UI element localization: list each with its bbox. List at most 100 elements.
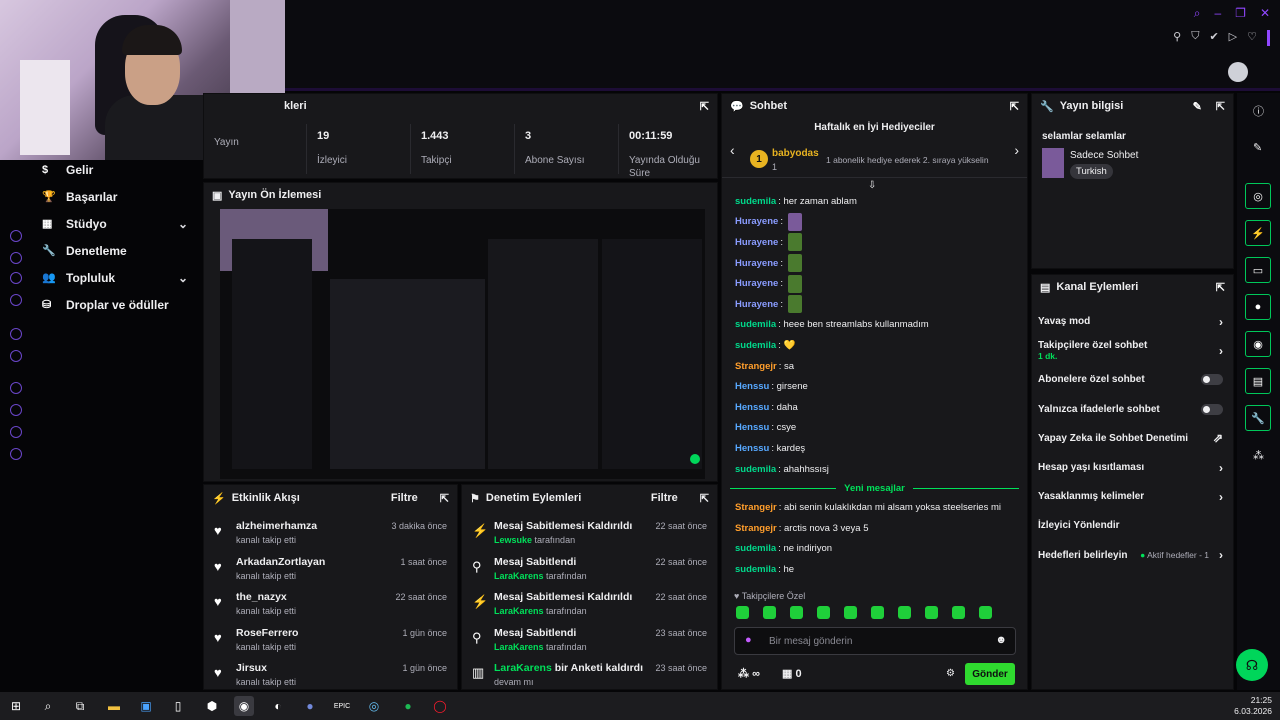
opera-icon[interactable]: ◯ (430, 696, 450, 716)
sidenav-item[interactable]: 👥 Topluluk ⌄ (32, 264, 202, 291)
tag-chip[interactable]: Turkish (1070, 164, 1113, 179)
x-icon[interactable] (10, 350, 22, 362)
rail-icon[interactable] (10, 272, 22, 284)
emote-icon[interactable] (952, 606, 965, 619)
search-icon[interactable]: ⌕ (38, 696, 58, 716)
camera-icon[interactable]: ◎ (1245, 183, 1271, 209)
chat-username[interactable]: sudemila (735, 564, 776, 575)
chat-username[interactable]: Henssu (735, 443, 769, 454)
moderator-name[interactable]: Lewsuke (494, 535, 532, 545)
channel-action-row[interactable]: Hesap yaşı kısıtlaması › (1032, 453, 1233, 482)
rail-icon[interactable] (10, 294, 22, 306)
next-arrow-icon[interactable]: › (1014, 142, 1019, 158)
app-icon[interactable]: ⬢ (202, 696, 222, 716)
chevron-right-icon[interactable]: › (1219, 344, 1223, 358)
document-icon[interactable]: ▭ (1245, 257, 1271, 283)
chat-icon[interactable]: ● (1245, 294, 1271, 320)
moderator-name[interactable]: LaraKarens (494, 571, 544, 581)
file-icon[interactable]: ▯ (168, 696, 188, 716)
sidenav-item[interactable]: ⛁ Droplar ve ödüller (32, 291, 202, 318)
minimize-icon[interactable]: – (1214, 6, 1221, 21)
rail-icon[interactable] (10, 328, 22, 340)
bolt-icon[interactable]: ⚡ (1245, 220, 1271, 246)
stream-preview-video[interactable] (220, 209, 705, 479)
emote-icon[interactable] (844, 606, 857, 619)
channel-action-row[interactable]: Abonelere özel sohbet (1032, 365, 1233, 394)
chevron-down-icon[interactable]: ⌄ (178, 217, 188, 231)
chat-message[interactable]: sudemila: 💛 (722, 335, 1027, 356)
sidenav-item[interactable]: 🔧 Denetleme (32, 237, 202, 264)
sidenav-item[interactable]: ▦ Stüdyo ⌄ (32, 210, 202, 237)
emote-icon[interactable] (817, 606, 830, 619)
chevron-right-icon[interactable]: › (1219, 461, 1223, 475)
chat-message[interactable]: sudemila: her zaman ablam (722, 191, 1027, 212)
channel-action-row[interactable]: İzleyici Yönlendir (1032, 511, 1233, 540)
mic-icon[interactable]: ● (745, 634, 752, 646)
scroll-down-icon[interactable]: ⇩ (868, 180, 876, 191)
pin-icon[interactable]: ⚲ (1173, 30, 1181, 46)
chat-message[interactable]: Henssu: kardeş (722, 438, 1027, 459)
chat-username[interactable]: Hurayene (735, 278, 778, 289)
app-icon[interactable]: ◐ (268, 696, 288, 716)
spotify-icon[interactable]: ● (398, 696, 418, 716)
moderation-row[interactable]: ⚡ Mesaj Sabitlemesi Kaldırıldı Lewsuke tar… (462, 515, 717, 551)
category-boxart[interactable] (1042, 148, 1064, 178)
chat-message[interactable]: Henssu: daha (722, 397, 1027, 418)
moderation-row[interactable]: ▥ LaraKarens bir Anketi kaldırdı devam mı 2… (462, 657, 717, 693)
channel-action-row[interactable]: Takipçilere özel sohbet 1 dk. › (1032, 336, 1233, 365)
emote-icon[interactable] (763, 606, 776, 619)
rail-icon[interactable] (10, 404, 22, 416)
chat-message[interactable]: Hurayene: (722, 253, 1027, 274)
activity-row[interactable]: ♥ Jirsux kanalı takip etti 1 gün önce (204, 657, 457, 693)
gear-icon[interactable] (10, 448, 22, 460)
clock[interactable]: 21:25 6.03.2026 (1234, 695, 1272, 717)
moderation-filter-button[interactable]: Filtre (651, 492, 678, 504)
close-icon[interactable]: ✕ (1260, 6, 1270, 21)
help-button[interactable]: ☊ (1236, 649, 1268, 681)
windows-start-icon[interactable]: ⊞ (6, 696, 26, 716)
chevron-down-icon[interactable]: ⌄ (178, 271, 188, 285)
moderator-name[interactable]: LaraKarens (494, 662, 552, 674)
chat-message[interactable]: sudemila: ahahhssısj (722, 459, 1027, 480)
file-explorer-icon[interactable]: ▬ (104, 696, 124, 716)
rail-icon[interactable] (10, 230, 22, 242)
chevron-right-icon[interactable]: › (1219, 315, 1223, 329)
add-widget-icon[interactable]: ⁂ (1253, 449, 1264, 462)
popout-icon[interactable]: ⇱ (1010, 100, 1019, 113)
chat-message[interactable]: Henssu: csye (722, 418, 1027, 439)
toggle-switch[interactable] (1201, 374, 1223, 386)
emote-icon[interactable] (736, 606, 749, 619)
popout-icon[interactable]: ⇱ (700, 492, 709, 505)
chat-message[interactable]: sudemila: he (722, 559, 1027, 580)
emote-icon[interactable] (898, 606, 911, 619)
info-icon[interactable]: ⓘ (1253, 103, 1264, 119)
epic-games-icon[interactable]: EPIC (332, 696, 352, 716)
activity-row[interactable]: ♥ RoseFerrero kanalı takip etti 1 gün önce (204, 622, 457, 658)
prev-arrow-icon[interactable]: ‹ (730, 142, 735, 158)
activity-row[interactable]: ♥ the_nazyx kanalı takip etti 22 saat önce (204, 586, 457, 622)
channel-action-row[interactable]: Yavaş mod › (1032, 307, 1233, 336)
rail-icon[interactable] (10, 252, 22, 264)
moderation-row[interactable]: ⚡ Mesaj Sabitlemesi Kaldırıldı LaraKarens … (462, 586, 717, 622)
sidenav-item[interactable]: 🏆 Başarılar (32, 183, 202, 210)
emote-icon[interactable] (871, 606, 884, 619)
toggle-switch[interactable] (1201, 403, 1223, 415)
discord-icon[interactable]: ● (300, 696, 320, 716)
popout-icon[interactable]: ⇱ (1216, 100, 1225, 113)
chat-username[interactable]: sudemila (735, 464, 776, 475)
chat-username[interactable]: Hurayene (735, 237, 778, 248)
activity-row[interactable]: ♥ alzheimerhamza kanalı takip etti 3 dakika… (204, 515, 457, 551)
drops-count[interactable]: ▦ 0 (782, 667, 802, 680)
channel-action-row[interactable]: Hedefleri belirleyin ● Aktif hedefler - 1… (1032, 541, 1233, 570)
chat-message[interactable]: sudemila: ne indiriyon (722, 539, 1027, 560)
steam-icon[interactable]: ◎ (364, 696, 384, 716)
remote-desktop-icon[interactable]: ▣ (136, 696, 156, 716)
chat-username[interactable]: sudemila (735, 340, 776, 351)
play-icon[interactable]: ▷ (1229, 30, 1237, 46)
broadcast-icon[interactable]: ◉ (1245, 331, 1271, 357)
chat-input[interactable]: ● Bir mesaj gönderin ☻ (734, 627, 1016, 655)
emote-icon[interactable] (925, 606, 938, 619)
channel-icon[interactable]: ▤ (1245, 368, 1271, 394)
chat-username[interactable]: Hurayene (735, 258, 778, 269)
activity-filter-button[interactable]: Filtre (391, 492, 418, 504)
